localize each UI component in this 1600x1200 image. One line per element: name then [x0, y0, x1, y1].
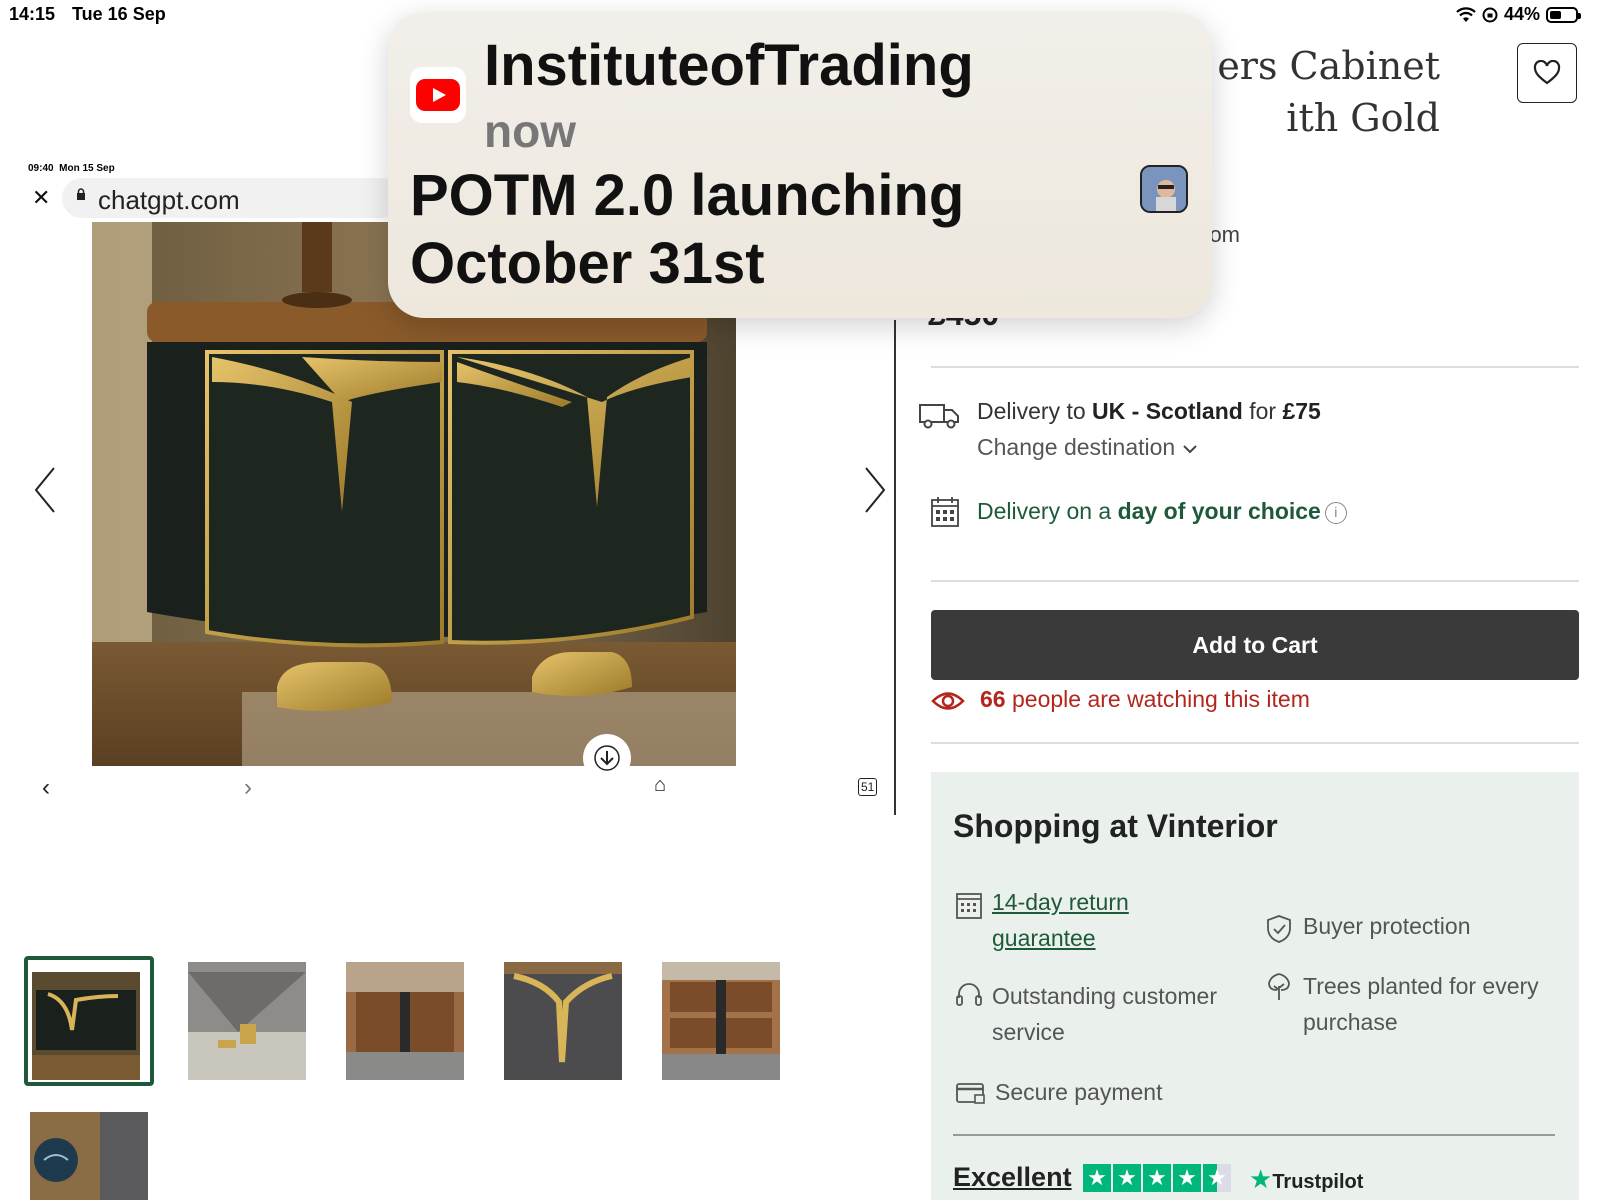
thumbnail-2[interactable]: [188, 962, 306, 1080]
watchers-count: 66: [980, 686, 1006, 712]
watchers-text: 66 people are watching this item: [980, 686, 1310, 712]
delivery-region: UK - Scotland: [1092, 398, 1243, 424]
panel-divider: [953, 1134, 1555, 1136]
thumbnail-image: [662, 962, 780, 1080]
calendar-icon: [931, 497, 959, 527]
star-icon: ★: [1113, 1164, 1141, 1192]
change-destination-link[interactable]: Change destination: [977, 434, 1198, 461]
trustpilot-logo[interactable]: ★Trustpilot: [1249, 1164, 1363, 1195]
embedded-status-bar: 09:40 Mon 15 Sep: [28, 163, 115, 174]
lock-icon: [77, 188, 85, 200]
status-time: 14:15: [9, 4, 56, 24]
chevron-left-icon: [34, 467, 55, 513]
battery-icon: [1546, 6, 1581, 23]
divider: [931, 580, 1579, 582]
headset-icon: [956, 983, 982, 1006]
star-half-icon: ★: [1203, 1164, 1231, 1192]
embedded-tabs-icon: 51: [858, 778, 878, 796]
star-icon: ★: [1143, 1164, 1171, 1192]
wifi-icon: [1456, 6, 1476, 22]
thumbnail-1[interactable]: [24, 956, 154, 1086]
battery-fill: [1550, 10, 1561, 19]
thumbnail-3[interactable]: [346, 962, 464, 1080]
thumbnail-image: [346, 962, 464, 1080]
divider: [931, 742, 1579, 744]
embedded-time: 09:40: [28, 163, 54, 174]
star-icon: ★: [1083, 1164, 1111, 1192]
notification-thumbnail: [1140, 165, 1188, 213]
battery-percentage: 44%: [1503, 4, 1540, 24]
secure-payment: Secure payment: [995, 1079, 1163, 1105]
status-date: Tue 16 Sep: [72, 4, 166, 24]
thumbnail-6[interactable]: [30, 1112, 148, 1200]
return-guarantee-link[interactable]: 14-day return guarantee: [992, 884, 1129, 956]
tree-icon: [1268, 973, 1290, 1000]
heart-icon: [1533, 60, 1561, 85]
status-indicators: 44%: [1456, 4, 1581, 25]
shopping-perks-panel: Shopping at Vinterior 14-day return guar…: [931, 772, 1579, 1200]
trees-planted: Trees planted for every purchase: [1303, 973, 1539, 1035]
thumbnail-5[interactable]: [662, 962, 780, 1080]
rating-stars: ★ ★ ★ ★ ★: [1083, 1164, 1231, 1192]
customer-service: Outstanding customer service: [992, 983, 1218, 1045]
thumbnail-image: [28, 960, 150, 1082]
embedded-date: Mon 15 Sep: [59, 163, 115, 174]
embedded-url: chatgpt.com: [98, 185, 240, 215]
trustpilot-star-icon: ★: [1249, 1164, 1273, 1194]
orientation-lock-icon: [1482, 7, 1498, 22]
favourite-button[interactable]: [1517, 43, 1577, 103]
thumbnail-image: [504, 962, 622, 1080]
notification-sender: InstituteofTrading: [484, 33, 974, 98]
embedded-forward-icon: ›: [244, 774, 252, 801]
divider: [931, 366, 1579, 368]
notification-banner[interactable]: InstituteofTrading now POTM 2.0 launchin…: [388, 12, 1212, 318]
info-icon[interactable]: i: [1324, 501, 1347, 524]
delivery-day-text: Delivery on a day of your choice i: [977, 498, 1347, 525]
card-lock-icon: [956, 1083, 985, 1104]
chevron-right-icon: [865, 467, 886, 513]
gallery-next-button[interactable]: [856, 460, 892, 520]
add-to-cart-button[interactable]: Add to Cart: [931, 610, 1579, 680]
embedded-nav-bar: ‹ › ⌂ 51: [0, 770, 895, 810]
embedded-url-bar: chatgpt.com: [62, 178, 402, 218]
rating-label[interactable]: Excellent: [953, 1162, 1072, 1193]
star-icon: ★: [1173, 1164, 1201, 1192]
thumbnail-image: [188, 962, 306, 1080]
embedded-home-icon: ⌂: [654, 774, 667, 796]
thumbnail-4[interactable]: [504, 962, 622, 1080]
buyer-protection: Buyer protection: [1303, 913, 1471, 939]
calendar-icon: [956, 893, 982, 919]
delivery-destination-text: Delivery to UK - Scotland for £75: [977, 398, 1321, 424]
gallery-prev-button[interactable]: [28, 460, 64, 520]
image-divider: [894, 320, 896, 815]
embedded-close-icon: ✕: [32, 185, 51, 210]
embedded-back-icon: ‹: [42, 774, 50, 801]
notification-time: now: [484, 105, 576, 157]
truck-icon: [919, 404, 959, 429]
panel-title: Shopping at Vinterior: [953, 808, 1278, 844]
eye-icon: [931, 692, 965, 710]
watchers-notice: 66 people are watching this item: [931, 686, 1579, 720]
chevron-down-icon: [1182, 445, 1197, 454]
youtube-icon: [410, 67, 466, 123]
delivery-cost: £75: [1282, 398, 1321, 424]
thumbnail-image: [30, 1112, 148, 1200]
shield-icon: [1267, 915, 1291, 943]
notification-body: POTM 2.0 launching October 31st: [410, 163, 965, 296]
